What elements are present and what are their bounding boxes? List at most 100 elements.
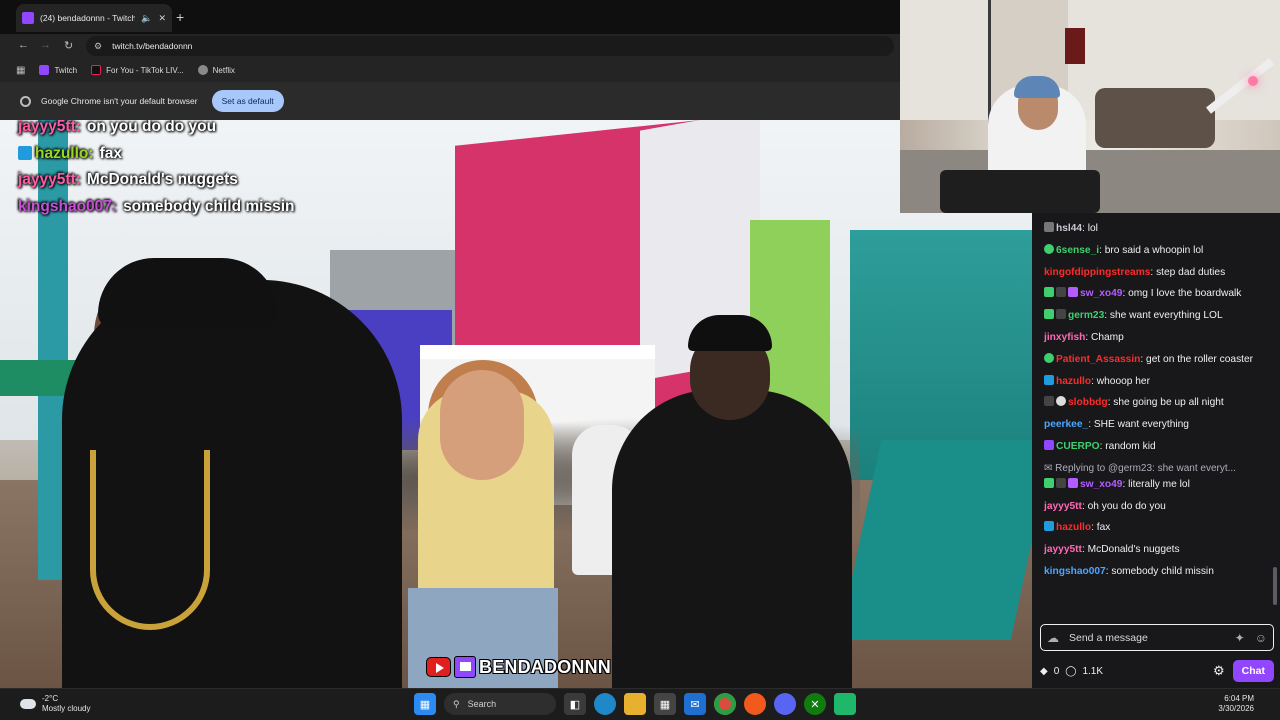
chat-identity-icon[interactable]: ☁ [1047,631,1059,645]
speaker-icon[interactable]: 🔈 [141,13,152,24]
cam-couch [1095,88,1215,148]
chat-message: slobbdg: she going be up all night [1044,396,1272,410]
close-icon[interactable]: ✕ [158,13,166,24]
chat-username[interactable]: sw_xo49 [1080,288,1122,299]
chat-text: : lol [1082,223,1098,234]
chat-send-button[interactable]: Chat [1232,660,1274,682]
infobar-message: Google Chrome isn't your default browser [41,96,198,106]
origin-icon[interactable] [744,693,766,715]
bookmark-netflix[interactable]: Netflix [197,65,235,75]
chat-username[interactable]: hazullo [1056,376,1091,387]
bookmark-twitch[interactable]: Twitch [39,65,77,75]
discord-icon[interactable] [774,693,796,715]
back-icon[interactable]: ← [18,39,29,51]
file-explorer-icon[interactable] [624,693,646,715]
windows-start-icon[interactable]: ▦ [414,693,436,715]
subscriber-badge-icon [1044,396,1054,407]
bookmark-label: Twitch [54,65,78,75]
chat-message: jayyy5tt: oh you do do you [1044,500,1272,514]
chat-scrollbar[interactable] [1273,567,1277,605]
chat-username[interactable]: jayyy5tt [1044,501,1082,512]
video-person-right-cap [688,315,772,351]
stream-watermark: BENDADONNN [426,655,611,679]
app-icon[interactable] [834,693,856,715]
badge-icon [1044,222,1054,232]
search-label: Search [467,699,497,709]
reply-icon: ✉ [1044,462,1056,474]
overlay-text: McDonald's nuggets [86,171,238,188]
bits-icon[interactable]: ✦ [1235,631,1245,645]
chat-username[interactable]: jinxyfish [1044,332,1085,343]
chat-input[interactable]: ☁ Send a message ✦ ☺ [1040,624,1274,651]
weather-widget[interactable]: -2°C Mostly cloudy [20,694,90,714]
chat-text: : SHE want everything [1088,419,1189,431]
edge-icon[interactable] [594,693,616,715]
twitch-icon [454,656,476,678]
chat-text: : she going be up all night [1107,397,1224,409]
chat-username[interactable]: kingshao007 [1044,566,1106,577]
chat-footer: ◆ 0 ◯ 1.1K ⚙ Chat [1040,659,1274,683]
chat-username[interactable]: 6sense_i [1056,245,1099,256]
bookmark-label: For You - TikTok LIV... [106,65,184,75]
system-clock[interactable]: 6:04 PM 3/30/2026 [1218,694,1254,714]
subscriber-badge-icon [1056,309,1066,320]
channel-points[interactable]: ◆ 0 ◯ 1.1K [1040,666,1103,677]
weather-desc: Mostly cloudy [42,704,91,713]
mail-icon[interactable]: ✉ [684,693,706,715]
tab-twitch[interactable]: (24) bendadonnn - Twitch 🔈 ✕ [16,4,172,32]
chat-username[interactable]: sw_xo49 [1080,479,1122,490]
address-bar[interactable]: ⚙ twitch.tv/bendadonnn [86,36,894,56]
chrome-icon[interactable] [714,693,736,715]
tiktok-icon [91,65,102,75]
video-gold-chain [90,450,210,630]
apps-icon[interactable]: ▦ [16,65,25,76]
reload-icon[interactable]: ↻ [64,39,73,52]
views-value: 1.1K [1082,665,1104,677]
cloud-icon [20,699,36,709]
bits-badge-icon [1068,287,1078,298]
chat-username[interactable]: jayyy5tt [1044,544,1082,555]
site-info-icon[interactable]: ⚙ [94,41,102,52]
subscriber-badge-icon [1056,477,1066,488]
search-icon: ⚲ [453,698,460,709]
cam-streamer-hat [1014,76,1060,98]
chat-username[interactable]: hsl44 [1056,223,1082,234]
overlay-line: hazullo: fax [18,141,298,168]
taskbar-search[interactable]: ⚲ Search [444,693,556,715]
new-tab-button[interactable]: + [176,9,184,25]
chat-message: sw_xo49: omg I love the boardwalk [1044,287,1272,301]
clock-time: 6:04 PM [1224,694,1254,703]
set-default-button[interactable]: Set as default [211,90,284,112]
chat-text: : omg I love the boardwalk [1122,288,1242,300]
chat-username[interactable]: hazullo [1056,522,1091,533]
chat-username[interactable]: Patient_Assassin [1056,354,1140,365]
reply-context[interactable]: ✉ Replying to @germ23: she want everyt..… [1044,462,1272,476]
subscriber-badge-icon [1056,287,1066,298]
chat-username[interactable]: CUERPO [1056,441,1100,452]
tab-title: (24) bendadonnn - Twitch [40,13,136,23]
points-value: 0 [1053,665,1060,677]
xbox-icon[interactable]: ✕ [804,693,826,715]
checkmark-badge-icon [1044,309,1054,320]
bookmarks-bar: ▦ Twitch For You - TikTok LIV... Netflix [0,58,900,82]
gear-icon[interactable]: ⚙ [1213,663,1225,679]
chat-username[interactable]: slobbdg [1068,397,1108,408]
chat-username[interactable]: germ23 [1068,310,1104,321]
cam-chair [940,170,1100,213]
store-icon[interactable]: ▦ [654,693,676,715]
emote-icon[interactable]: ☺ [1255,631,1267,645]
overlay-user: hazullo: [35,144,94,162]
badge-icon [1044,243,1054,254]
task-view-icon[interactable]: ◧ [564,693,586,715]
overlay-text: somebody child missin [123,197,295,215]
chat-text: : get on the roller coaster [1140,353,1254,365]
chat-text: : fax [1091,522,1111,534]
bookmark-label: Netflix [212,65,235,75]
chat-username[interactable]: peerkee_ [1044,419,1088,430]
forward-icon[interactable]: → [40,39,51,51]
bookmark-tiktok[interactable]: For You - TikTok LIV... [91,65,184,75]
youtube-icon [426,657,451,677]
chat-text: : random kid [1099,440,1156,452]
chat-username[interactable]: kingofdippingstreams [1044,267,1150,278]
chat-message: kingshao007: somebody child missin [1044,565,1272,579]
